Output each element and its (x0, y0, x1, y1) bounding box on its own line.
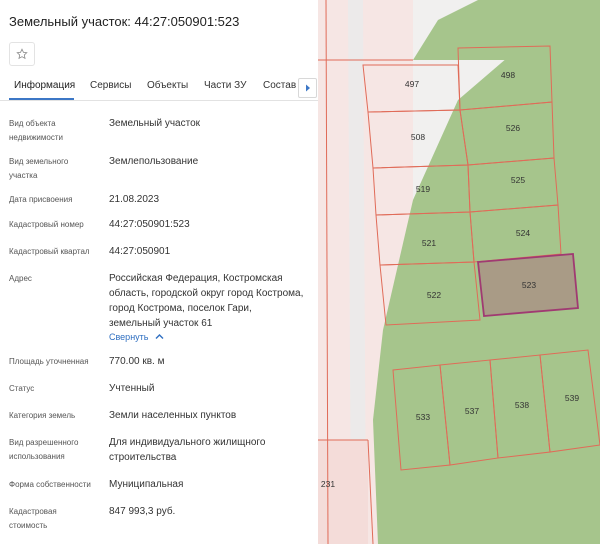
field-label-ownership: Форма собственности (9, 480, 91, 489)
tab-information[interactable]: Информация (14, 80, 75, 91)
field-value-area: 770.00 кв. м (109, 356, 165, 367)
tab-parts[interactable]: Части ЗУ (204, 80, 246, 91)
plot-label-521: 521 (422, 238, 436, 248)
field-value-land-category: Земли населенных пунктов (109, 410, 237, 421)
field-label-status: Статус (9, 384, 35, 393)
field-value-cadastral-quarter: 44:27:050901 (109, 246, 171, 257)
active-tab-indicator (9, 98, 74, 100)
plot-label-526: 526 (506, 123, 520, 133)
field-label-date: Дата присвоения (9, 195, 73, 204)
field-value-object-type: Земельный участок (109, 118, 201, 129)
field-value-cadastral-value: 847 993,3 руб. (109, 506, 176, 517)
tab-objects[interactable]: Объекты (147, 80, 188, 91)
plot-label-522: 522 (427, 290, 441, 300)
field-label-cadastral-value: Кадастровая стоимость (9, 507, 57, 530)
field-label-cadastral-number: Кадастровый номер (9, 220, 84, 229)
field-label-land-category: Категория земель (9, 411, 76, 420)
field-value-plot-kind: Землепользование (109, 156, 199, 167)
info-panel: Земельный участок: 44:27:050901:523 Инфо… (0, 0, 318, 544)
star-icon (16, 48, 28, 60)
field-value-address: Российская Федерация, Костромская област… (109, 273, 304, 329)
field-value-status: Учтенный (109, 383, 155, 394)
chevron-right-icon (305, 84, 310, 92)
plot-label-231: 231 (321, 479, 335, 489)
field-label-address: Адрес (9, 274, 32, 283)
plot-label-523: 523 (522, 280, 536, 290)
page-title: Земельный участок: 44:27:050901:523 (9, 14, 240, 29)
tabs-scroll-right-button[interactable] (298, 78, 317, 98)
field-label-plot-kind: Вид земельного участка (9, 157, 69, 180)
tab-bar: Информация Сервисы Объекты Части ЗУ Сост… (0, 74, 318, 101)
field-value-ownership: Муниципальная (109, 479, 184, 490)
pink-corner (318, 440, 368, 544)
map-canvas[interactable]: 497 498 508 526 519 525 521 524 522 523 … (318, 0, 600, 544)
field-label-object-type: Вид объекта недвижимости (9, 119, 63, 142)
field-label-area: Площадь уточненная (9, 357, 89, 366)
field-label-permitted-use: Вид разрешенного использования (9, 438, 79, 461)
plot-label-498: 498 (501, 70, 515, 80)
favorite-button[interactable] (9, 42, 35, 66)
plot-label-508: 508 (411, 132, 425, 142)
plot-label-539: 539 (565, 393, 579, 403)
plot-label-538: 538 (515, 400, 529, 410)
field-value-permitted-use: Для индивидуального жилищного строительс… (109, 437, 266, 463)
collapse-link-label: Свернуть (109, 332, 149, 342)
plot-label-519: 519 (416, 184, 430, 194)
plot-label-537: 537 (465, 406, 479, 416)
plot-label-525: 525 (511, 175, 525, 185)
field-label-cadastral-quarter: Кадастровый квартал (9, 247, 90, 256)
plot-label-533: 533 (416, 412, 430, 422)
cadastral-map[interactable]: 497 498 508 526 519 525 521 524 522 523 … (318, 0, 600, 544)
collapse-link[interactable]: Свернуть (109, 332, 164, 342)
tab-services[interactable]: Сервисы (90, 80, 131, 91)
plot-label-497: 497 (405, 79, 419, 89)
tab-composition[interactable]: Состав (263, 80, 296, 91)
field-value-cadastral-number: 44:27:050901:523 (109, 219, 190, 230)
plot-label-524: 524 (516, 228, 530, 238)
field-value-date: 21.08.2023 (109, 194, 160, 205)
chevron-up-icon (155, 334, 164, 339)
